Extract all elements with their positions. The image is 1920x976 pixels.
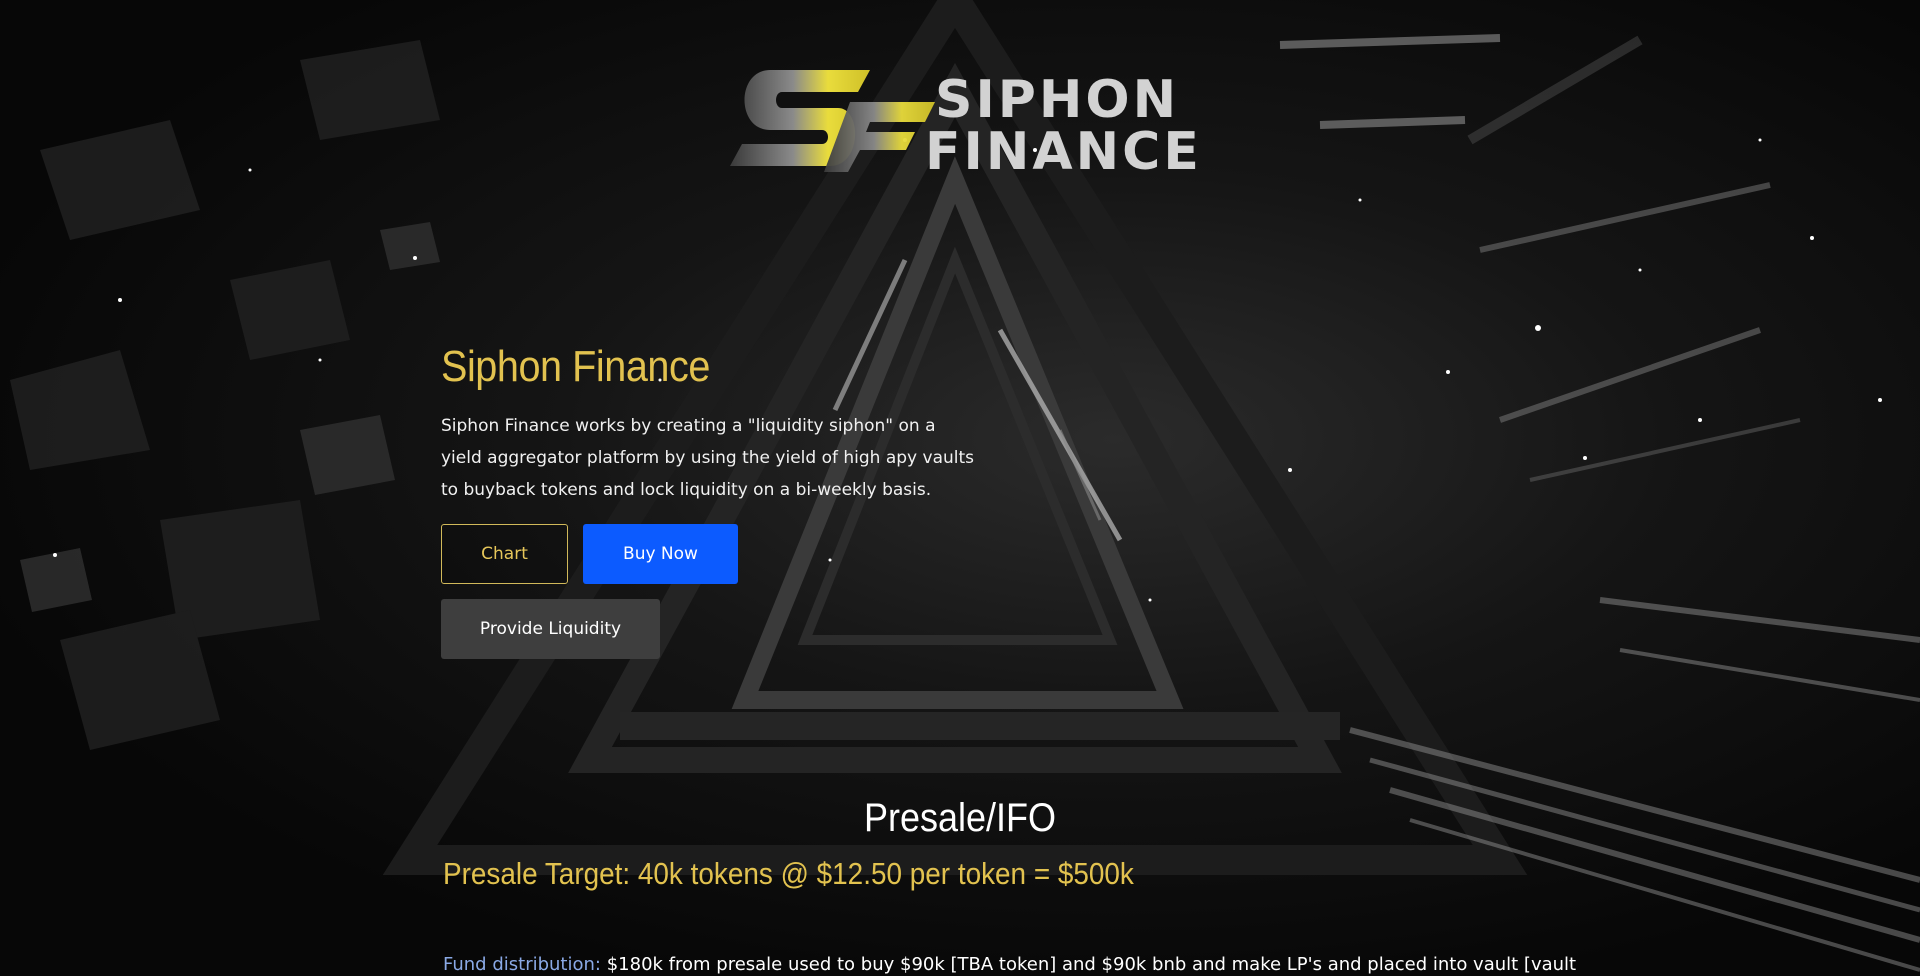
logo-line-1: SIPHON: [935, 70, 1180, 130]
logo-line-2: FINANCE: [925, 122, 1202, 182]
presale-heading: Presale/IFO: [863, 796, 1057, 840]
sf-logo-mark-icon: [730, 70, 935, 172]
fund-distribution: Fund distribution: $180k from presale us…: [443, 954, 1576, 975]
fund-distribution-label: Fund distribution:: [443, 954, 601, 975]
chart-button[interactable]: Chart: [441, 524, 568, 584]
hero-button-row: Chart Buy Now: [441, 524, 1001, 584]
fund-distribution-text: $180k from presale used to buy $90k [TBA…: [600, 954, 1577, 975]
hero-section: Siphon Finance Siphon Finance works by c…: [441, 342, 1001, 659]
logo-wordmark: SIPHON FINANCE: [925, 70, 1202, 178]
presale-target: Presale Target: 40k tokens @ $12.50 per …: [443, 856, 1134, 891]
provide-liquidity-button[interactable]: Provide Liquidity: [441, 599, 660, 659]
buy-now-button[interactable]: Buy Now: [583, 524, 738, 584]
hero-title: Siphon Finance: [441, 342, 710, 391]
hero-description: Siphon Finance works by creating a "liqu…: [441, 416, 975, 500]
site-logo[interactable]: SIPHON FINANCE: [730, 62, 1200, 180]
